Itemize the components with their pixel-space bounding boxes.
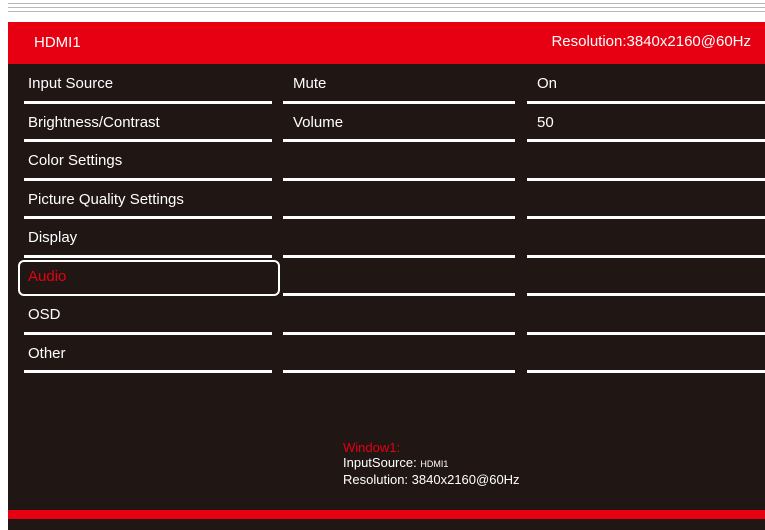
menu-item-label: Other <box>28 344 66 362</box>
resolution-label: Resolution:3840x2160@60Hz <box>551 33 751 50</box>
menu-item-label: OSD <box>28 306 61 323</box>
submenu-item-label: Volume <box>293 113 344 131</box>
divider <box>527 139 765 142</box>
menu-item-label: Picture Quality Settings <box>28 190 184 208</box>
osd-menu: HDMI1 Resolution:3840x2160@60Hz Input So… <box>8 22 765 530</box>
window-input-source-value: HDMI1 <box>420 459 449 469</box>
submenu-item-volume[interactable]: Volume <box>283 105 515 144</box>
menu-item-picture-quality[interactable]: Picture Quality Settings <box>16 182 272 221</box>
top-border-line <box>8 3 765 4</box>
divider <box>527 370 765 373</box>
divider <box>527 100 765 104</box>
window-resolution: Resolution: 3840x2160@60Hz <box>343 472 520 487</box>
divider <box>283 100 515 104</box>
divider <box>283 177 515 181</box>
submenu: Mute Volume <box>283 66 515 374</box>
menu-item-label: Input Source <box>28 75 114 92</box>
submenu-item-empty <box>283 297 515 336</box>
submenu-item-label: Mute <box>293 75 327 92</box>
value-empty <box>527 143 765 182</box>
divider <box>24 100 272 104</box>
divider <box>527 177 765 181</box>
menu-item-label: Color Settings <box>28 152 123 169</box>
divider <box>283 216 515 219</box>
value-label: 50 <box>537 113 554 131</box>
main-menu: Input Source Brightness/Contrast Color S… <box>16 66 280 375</box>
osd-header: HDMI1 Resolution:3840x2160@60Hz <box>8 22 765 64</box>
submenu-item-mute[interactable]: Mute <box>283 66 515 105</box>
top-border-line <box>8 11 765 12</box>
divider <box>527 293 765 296</box>
menu-item-osd[interactable]: OSD <box>16 297 272 336</box>
value-empty <box>527 259 765 298</box>
divider <box>283 139 515 142</box>
top-border-line <box>8 7 765 8</box>
menu-item-input-source[interactable]: Input Source <box>16 66 272 105</box>
menu-item-display[interactable]: Display <box>16 220 272 259</box>
submenu-item-empty <box>283 259 515 298</box>
divider <box>24 254 272 258</box>
value-label: On <box>537 75 558 92</box>
window-input-source-label: InputSource: <box>343 455 417 470</box>
divider <box>24 177 272 181</box>
window-resolution-label: Resolution: <box>343 472 409 487</box>
bottom-bar <box>8 510 765 519</box>
divider <box>283 331 515 335</box>
menu-item-label: Audio <box>28 267 67 285</box>
value-empty <box>527 182 765 221</box>
submenu-item-empty <box>283 143 515 182</box>
menu-item-audio[interactable]: Audio <box>16 259 280 298</box>
menu-item-other[interactable]: Other <box>16 336 272 375</box>
value-empty <box>527 297 765 336</box>
input-source-label: HDMI1 <box>34 34 81 51</box>
window-resolution-value: 3840x2160@60Hz <box>411 472 520 487</box>
divider <box>24 331 272 335</box>
window-input-source: InputSource: HDMI1 <box>343 455 520 472</box>
menu-item-label: Brightness/Contrast <box>28 113 160 131</box>
divider <box>24 139 272 142</box>
window-info: Window1: InputSource: HDMI1 Resolution: … <box>343 440 520 487</box>
divider <box>283 370 515 373</box>
submenu-item-empty <box>283 182 515 221</box>
menu-item-color-settings[interactable]: Color Settings <box>16 143 272 182</box>
divider <box>283 254 515 258</box>
divider <box>527 254 765 258</box>
submenu-item-empty <box>283 336 515 375</box>
divider <box>527 216 765 219</box>
divider <box>24 370 272 373</box>
divider <box>283 293 515 296</box>
menu-item-brightness-contrast[interactable]: Brightness/Contrast <box>16 105 272 144</box>
window-title: Window1: <box>343 440 401 455</box>
menu-item-label: Display <box>28 229 78 246</box>
mute-value[interactable]: On <box>527 66 765 105</box>
value-empty <box>527 220 765 259</box>
divider <box>527 331 765 335</box>
volume-value[interactable]: 50 <box>527 105 765 144</box>
submenu-item-empty <box>283 220 515 259</box>
value-column: On 50 <box>527 66 765 374</box>
value-empty <box>527 336 765 375</box>
divider <box>24 216 272 219</box>
